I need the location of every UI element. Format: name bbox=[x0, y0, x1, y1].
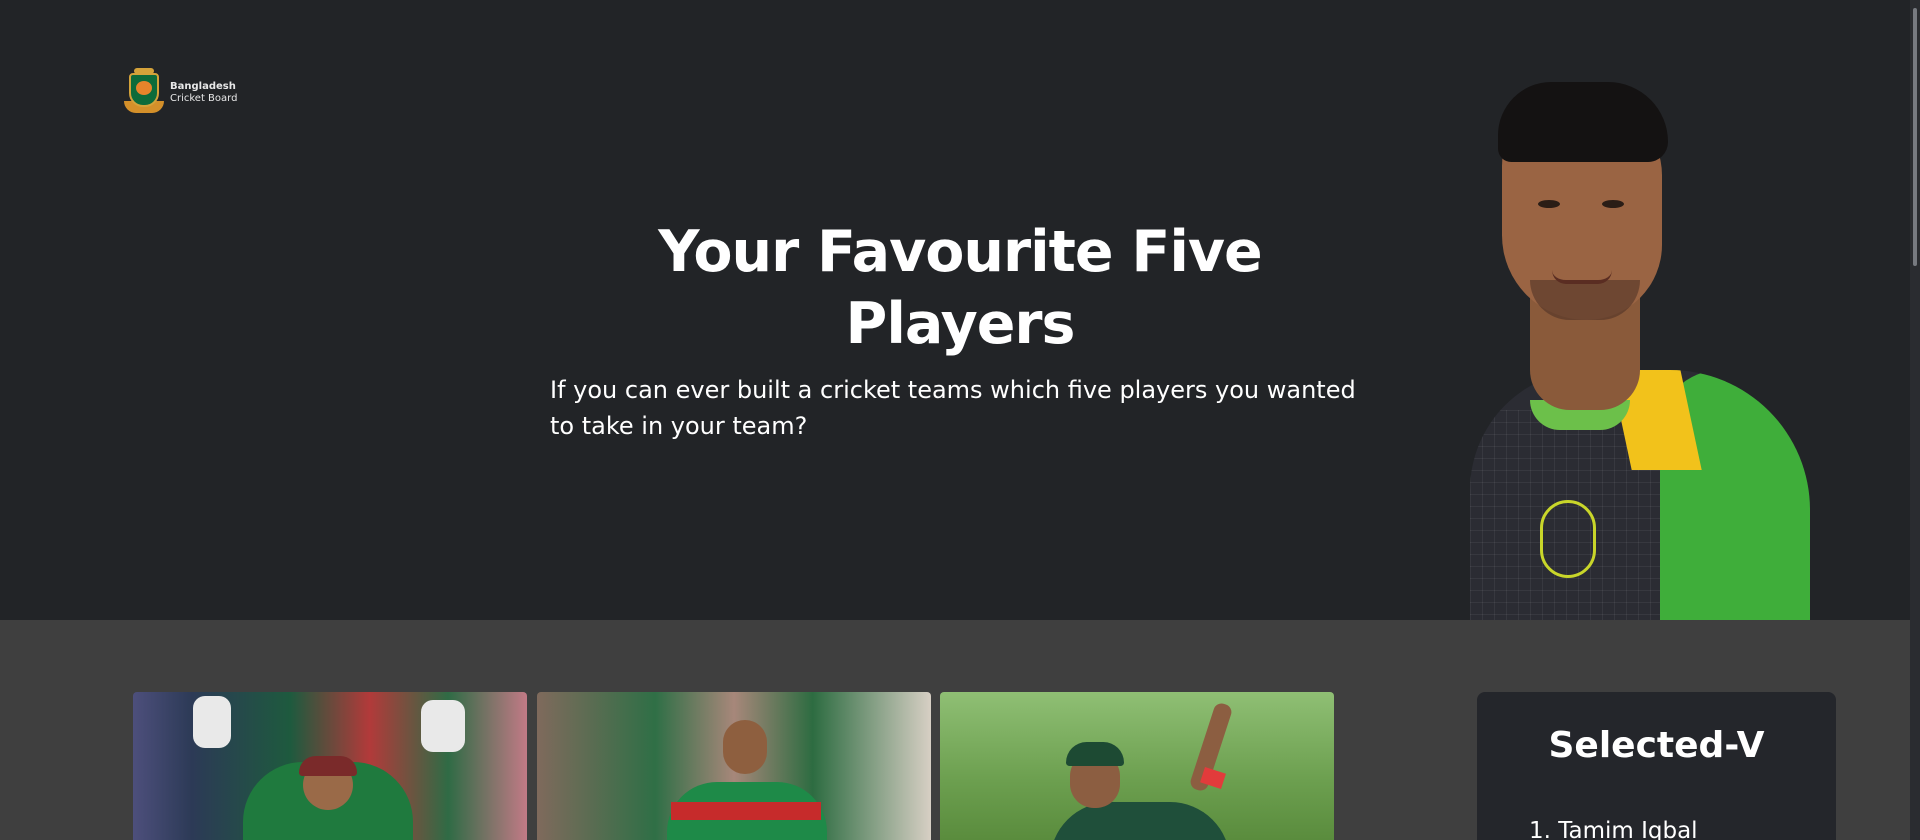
hero-subtitle: If you can ever built a cricket teams wh… bbox=[550, 376, 1356, 440]
hero-section: Bangladesh Cricket Board Your Favourite … bbox=[0, 0, 1920, 620]
player-card-image-1[interactable] bbox=[133, 692, 527, 840]
selected-list: 1. Tamim Iqbal bbox=[1529, 816, 1698, 840]
site-logo[interactable]: Bangladesh Cricket Board bbox=[124, 68, 237, 115]
logo-line-1: Bangladesh bbox=[170, 81, 236, 92]
selected-players-panel: Selected-V 1. Tamim Iqbal bbox=[1477, 692, 1836, 840]
player-portrait-image bbox=[1460, 70, 1820, 620]
player-card-image-2[interactable] bbox=[537, 692, 931, 840]
page-scrollbar[interactable] bbox=[1910, 0, 1920, 840]
hero-title: Your Favourite Five Players bbox=[560, 216, 1360, 360]
logo-line-2: Cricket Board bbox=[170, 93, 238, 104]
hero-title-line-1: Your Favourite Five bbox=[658, 219, 1262, 285]
hero-title-line-2: Players bbox=[845, 291, 1076, 357]
bcb-crest-icon bbox=[124, 68, 164, 115]
player-card-image-3[interactable] bbox=[940, 692, 1334, 840]
selected-list-item: 1. Tamim Iqbal bbox=[1529, 818, 1698, 840]
selected-title: Selected-V bbox=[1548, 725, 1765, 766]
scrollbar-thumb[interactable] bbox=[1913, 8, 1917, 266]
logo-text: Bangladesh Cricket Board bbox=[170, 81, 237, 105]
